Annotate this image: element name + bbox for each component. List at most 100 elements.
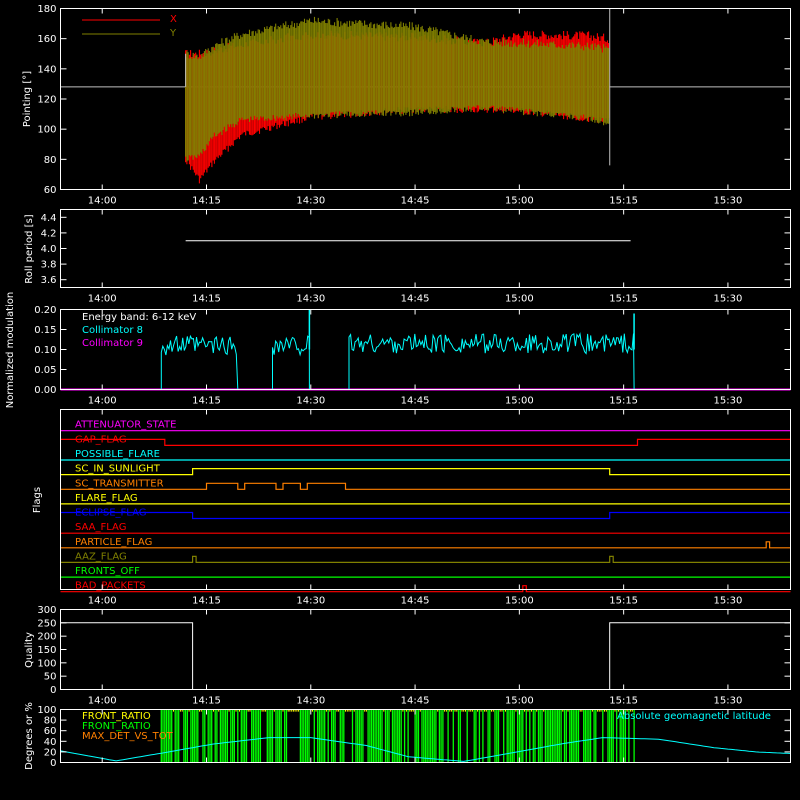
flag-label: FLARE_FLAG bbox=[75, 493, 138, 504]
quality-line bbox=[60, 622, 791, 690]
y-tick-label: 200 bbox=[37, 632, 56, 643]
x-tick-label: 14:30 bbox=[296, 396, 325, 407]
x-tick-label: 14:15 bbox=[192, 396, 221, 407]
legend-max-det: MAX_DET_VS_TOT bbox=[82, 731, 174, 742]
x-tick-label: 15:00 bbox=[505, 396, 534, 407]
x-tick-label: 14:30 bbox=[296, 696, 325, 707]
legend-collimator-9: Collimator 9 bbox=[82, 338, 143, 349]
degrees-panel: 020406080100 Degrees or % FRONT_RATIO FR… bbox=[24, 702, 791, 770]
x-tick-label: 14:00 bbox=[88, 696, 117, 707]
flag-label: FRONTS_OFF bbox=[75, 566, 140, 577]
y-tick-label: 4.2 bbox=[41, 228, 57, 239]
y-tick-label: 50 bbox=[44, 672, 57, 683]
modulation-ylabel: Normalized modulation bbox=[5, 292, 16, 409]
flag-label: POSSIBLE_FLARE bbox=[75, 449, 160, 460]
x-tick-label: 15:15 bbox=[609, 596, 638, 607]
roll-ylabel: Roll period [s] bbox=[24, 214, 35, 283]
modulation-x-ticks: 14:00 14:15 14:30 14:45 15:00 15:15 15:30 bbox=[88, 309, 743, 407]
front-ratio-bars bbox=[160, 709, 635, 763]
x-tick-label: 15:15 bbox=[609, 396, 638, 407]
x-tick-label: 15:00 bbox=[505, 196, 534, 207]
x-tick-label: 15:30 bbox=[714, 596, 743, 607]
y-tick-label: 20 bbox=[44, 747, 57, 758]
x-tick-label: 14:30 bbox=[296, 596, 325, 607]
x-tick-label: 14:00 bbox=[88, 294, 117, 305]
flag-label: PARTICLE_FLAG bbox=[75, 537, 152, 548]
y-tick-label: 80 bbox=[44, 155, 57, 166]
x-tick-label: 15:30 bbox=[714, 196, 743, 207]
y-tick-label: 40 bbox=[44, 737, 57, 748]
y-tick-label: 0.20 bbox=[34, 305, 56, 316]
y-tick-label: 100 bbox=[37, 125, 56, 136]
collimator-8-segment bbox=[272, 335, 310, 390]
y-tick-label: 3.8 bbox=[41, 260, 57, 271]
y-tick-label: 0.05 bbox=[34, 365, 56, 376]
y-tick-label: 150 bbox=[37, 645, 56, 656]
pointing-panel: 60 80 100 120 140 160 180 14:00 14:15 14:30 14:45… bbox=[22, 4, 791, 207]
legend-label-x: X bbox=[170, 14, 177, 25]
x-tick-label: 14:45 bbox=[401, 396, 430, 407]
x-tick-label: 14:45 bbox=[401, 596, 430, 607]
y-tick-label: 0.00 bbox=[34, 385, 56, 396]
flags-ylabel: Flags bbox=[32, 487, 43, 513]
annotation-geomag-latitude: Absolute geomagnetic latitude bbox=[617, 711, 771, 722]
y-tick-label: 140 bbox=[37, 64, 56, 75]
legend-label-y: Y bbox=[169, 28, 177, 39]
y-tick-label: 3.6 bbox=[41, 275, 57, 286]
flag-label: ATTENUATOR_STATE bbox=[75, 420, 176, 431]
x-tick-label: 14:15 bbox=[192, 596, 221, 607]
quality-x-ticks: 14:00 14:15 14:30 14:45 15:00 15:15 15:30 bbox=[88, 609, 743, 707]
x-tick-label: 15:15 bbox=[609, 196, 638, 207]
flag-label: SAA_FLAG bbox=[75, 522, 126, 533]
y-tick-label: 4.0 bbox=[41, 244, 57, 255]
quality-series bbox=[60, 622, 791, 690]
flag-line-eclipse-flag bbox=[60, 511, 791, 520]
y-tick-label: 0 bbox=[50, 685, 56, 696]
flag-line-sc-transmitter bbox=[60, 482, 791, 490]
flags-panel: ATTENUATOR_STATE GAP_FLAG POSSIBLE_FLARE SC… bbox=[32, 409, 791, 607]
x-tick-label: 15:15 bbox=[609, 294, 638, 305]
collimator-8-segment bbox=[348, 332, 635, 390]
roll-x-ticks: 14:00 14:15 14:30 14:45 15:00 15:15 15:30 bbox=[88, 209, 742, 305]
x-tick-label: 14:30 bbox=[296, 196, 325, 207]
y-tick-label: 60 bbox=[44, 185, 57, 196]
y-tick-label: 0 bbox=[50, 758, 56, 769]
flag-line-sc-in-sunlight bbox=[60, 468, 791, 476]
flag-label: AAZ_FLAG bbox=[75, 551, 127, 562]
x-tick-label: 15:00 bbox=[505, 294, 534, 305]
y-tick-label: 100 bbox=[37, 705, 56, 716]
y-tick-label: 0.10 bbox=[34, 345, 56, 356]
quality-y-ticks: 0 50 100 150 200 250 300 bbox=[37, 605, 791, 696]
flags-series: ATTENUATOR_STATE GAP_FLAG POSSIBLE_FLARE SC… bbox=[60, 420, 791, 593]
x-tick-label: 14:00 bbox=[88, 596, 117, 607]
x-tick-label: 15:30 bbox=[714, 396, 743, 407]
y-tick-label: 160 bbox=[37, 34, 56, 45]
flag-label: SC_TRANSMITTER bbox=[75, 478, 164, 489]
flag-label: GAP_FLAG bbox=[75, 434, 127, 445]
flag-line-gap-flag bbox=[60, 438, 791, 446]
y-tick-label: 80 bbox=[44, 716, 57, 727]
x-tick-label: 14:45 bbox=[401, 294, 430, 305]
degrees-ylabel: Degrees or % bbox=[24, 702, 35, 770]
y-tick-label: 180 bbox=[37, 4, 56, 15]
roll-y-ticks: 3.6 3.8 4.0 4.2 4.4 bbox=[41, 213, 791, 286]
flag-label: BAD_PACKETS bbox=[75, 581, 146, 592]
x-tick-label: 14:15 bbox=[192, 196, 221, 207]
x-tick-label: 14:15 bbox=[192, 696, 221, 707]
y-tick-label: 60 bbox=[44, 726, 57, 737]
chart-figure: 6080100120140160180 14:00 14:15 14:30 14:45… bbox=[5, 4, 791, 770]
quality-panel: 050100150200250300 14:00 14:15 14:30 14:45 1… bbox=[24, 605, 791, 707]
flag-label: ECLIPSE_FLAG bbox=[75, 508, 146, 519]
roll-period-panel: 3.6 3.8 4.0 4.2 4.4 14:00 14:15 14:30 14:45 15:0… bbox=[24, 209, 791, 305]
x-tick-label: 14:00 bbox=[88, 396, 117, 407]
flag-label: SC_IN_SUNLIGHT bbox=[75, 464, 161, 475]
x-tick-label: 15:15 bbox=[609, 696, 638, 707]
quality-axes-frame bbox=[60, 609, 791, 690]
pointing-ylabel: Pointing [°] bbox=[22, 71, 33, 127]
x-tick-label: 14:45 bbox=[401, 196, 430, 207]
pointing-y-ticks: 60 80 100 120 140 160 180 bbox=[37, 4, 791, 196]
x-tick-label: 15:30 bbox=[714, 696, 743, 707]
x-tick-label: 15:00 bbox=[505, 596, 534, 607]
flag-line-particle-flag bbox=[60, 541, 791, 549]
quality-ylabel: Quality bbox=[24, 632, 35, 668]
